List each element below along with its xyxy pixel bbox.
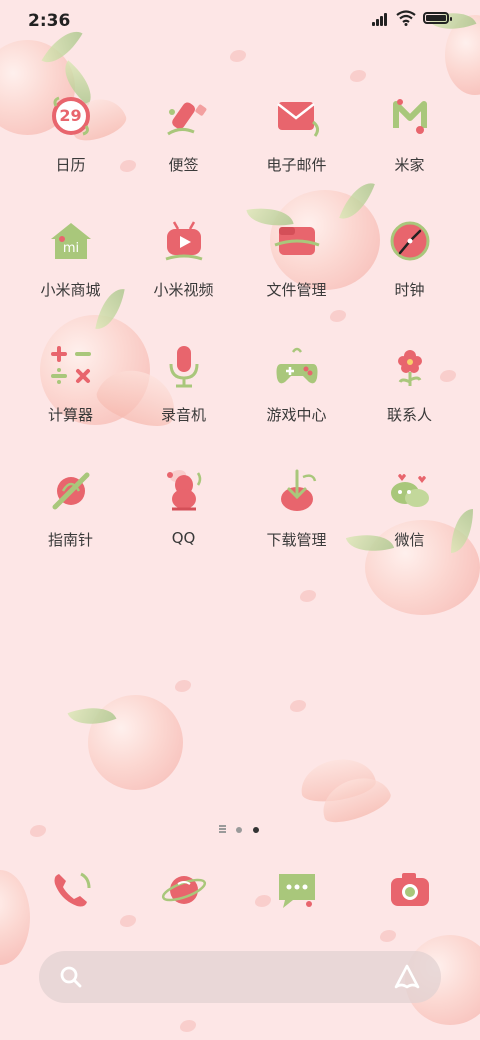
calendar-date: 29 [59,106,82,125]
calculator-icon [47,342,95,390]
app-calendar[interactable]: 29 日历 [14,92,127,175]
search-input[interactable] [99,951,381,1005]
app-mijia[interactable]: 米家 [353,92,466,175]
dock-messages[interactable] [240,866,353,914]
dock [14,866,466,920]
app-recorder[interactable]: 录音机 [127,342,240,425]
app-label: 小米视频 [153,281,214,299]
mi-store-icon: mi [47,217,95,265]
mijia-icon [386,92,434,140]
notes-icon [160,92,208,140]
app-label: 电子邮件 [266,156,327,174]
svg-text:mi: mi [62,241,78,256]
dock-phone[interactable] [14,866,127,914]
app-label: 游戏中心 [266,406,327,424]
app-label: 米家 [394,156,425,174]
app-label: 联系人 [386,406,432,424]
app-label: 便签 [168,156,199,174]
wifi-icon [396,10,416,26]
page-indicator[interactable] [219,824,263,836]
search-bar[interactable] [39,951,441,1005]
phone-icon [47,866,95,914]
app-label: QQ [171,529,196,547]
app-contacts[interactable]: 联系人 [353,342,466,425]
camera-icon [386,866,434,914]
app-calculator[interactable]: 计算器 [14,342,127,425]
dock-camera[interactable] [353,866,466,914]
app-mi-video[interactable]: 小米视频 [127,217,240,300]
app-label: 下载管理 [266,531,327,549]
assistant-icon[interactable] [393,963,421,991]
cellular-signal-icon [372,12,390,26]
app-label: 时钟 [394,281,425,299]
app-qq[interactable]: QQ [127,467,240,547]
status-time: 2:36 [28,11,71,31]
recorder-icon [160,342,208,390]
app-label: 录音机 [160,406,206,424]
qq-icon [160,467,208,515]
app-label: 小米商城 [40,281,101,299]
email-icon [273,92,321,140]
page-dot-1[interactable] [219,825,226,827]
dock-browser[interactable] [127,866,240,914]
app-mi-store[interactable]: mi 小米商城 [14,217,127,300]
status-bar: 2:36 [0,0,480,40]
page-dot-2[interactable] [236,827,242,833]
app-game-center[interactable]: 游戏中心 [240,342,353,425]
compass-icon [47,467,95,515]
app-wechat[interactable]: 微信 [353,467,466,550]
clock-icon [386,217,434,265]
app-download-manager[interactable]: 下载管理 [240,467,353,550]
search-icon[interactable] [59,965,83,989]
browser-icon [160,866,208,914]
app-label: 计算器 [47,406,93,424]
download-manager-icon [273,467,321,515]
app-email[interactable]: 电子邮件 [240,92,353,175]
file-manager-icon [273,217,321,265]
wechat-icon [386,467,434,515]
contacts-icon [386,342,434,390]
mi-video-icon [160,217,208,265]
app-clock[interactable]: 时钟 [353,217,466,300]
app-label: 文件管理 [266,281,327,299]
app-label: 微信 [394,531,425,549]
app-compass[interactable]: 指南针 [14,467,127,550]
page-dot-3[interactable] [253,827,259,833]
game-center-icon [273,342,321,390]
battery-icon [423,12,452,24]
app-notes[interactable]: 便签 [127,92,240,175]
messages-icon [273,866,321,914]
app-file-manager[interactable]: 文件管理 [240,217,353,300]
app-label: 日历 [55,156,86,174]
calendar-icon: 29 [47,92,95,140]
app-label: 指南针 [47,531,93,549]
